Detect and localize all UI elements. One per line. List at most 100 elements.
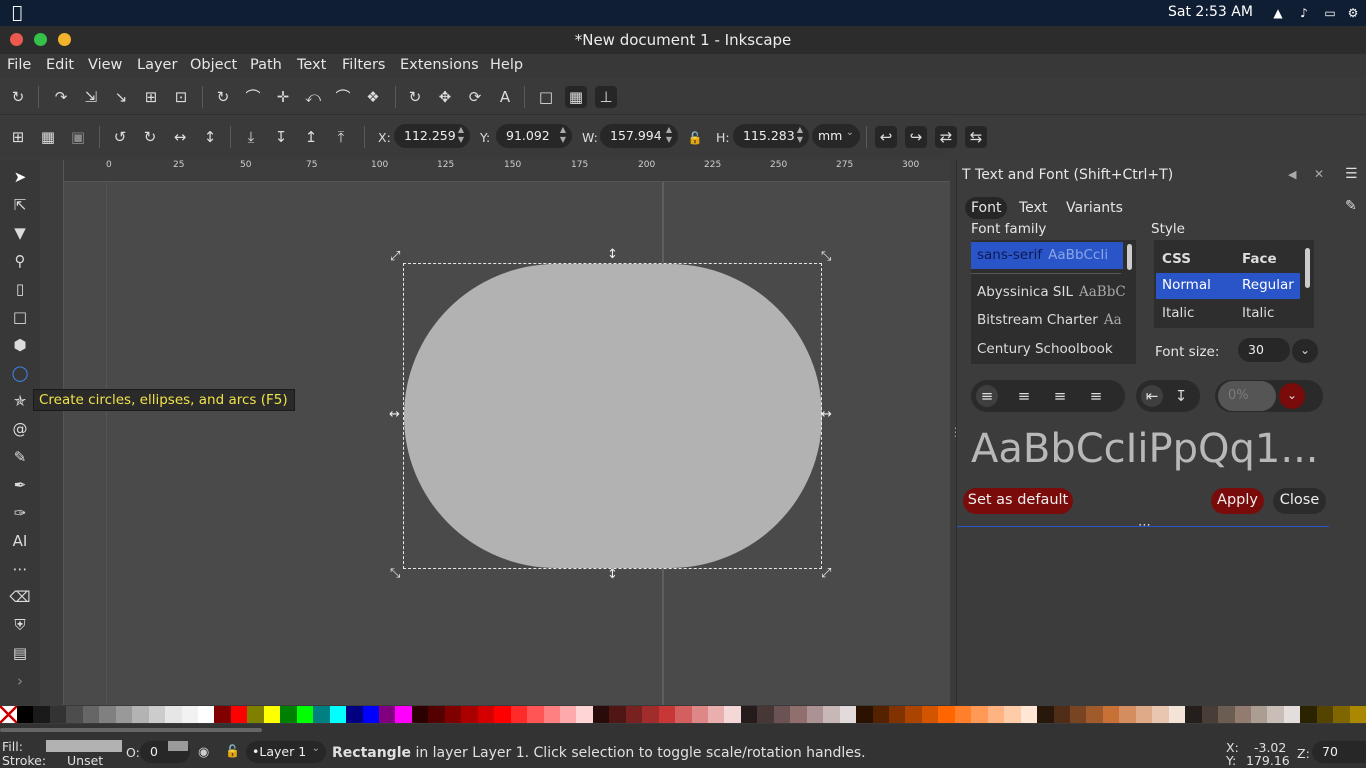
resize-handle-nw-icon[interactable]: ⤢ bbox=[390, 250, 400, 263]
color-swatch[interactable] bbox=[675, 706, 692, 723]
drawing-canvas[interactable]: ⤢ ↕ ⤡ ↔ ↔ ⤡ ↕ ⤢ bbox=[64, 182, 950, 705]
unit-select[interactable]: mm ⌄ bbox=[812, 124, 860, 148]
resize-handle-s-icon[interactable]: ↕ bbox=[607, 568, 618, 581]
color-swatch[interactable] bbox=[856, 706, 873, 723]
snap-toggle-icon[interactable]: ↻ bbox=[7, 86, 29, 108]
color-swatch[interactable] bbox=[773, 706, 791, 723]
more-options-icon[interactable]: ⋯ bbox=[1138, 518, 1151, 533]
tab-text[interactable]: Text bbox=[1013, 197, 1053, 219]
node-tool-icon[interactable]: ⇱ bbox=[8, 194, 32, 216]
vertical-text-icon[interactable]: ↧ bbox=[1170, 385, 1192, 407]
color-swatch[interactable] bbox=[1086, 706, 1103, 723]
star-tool-icon[interactable]: ✯ bbox=[8, 390, 32, 412]
x-spinbox[interactable]: 112.259 ▲ ▼ bbox=[394, 124, 470, 148]
wifi-icon[interactable]: ▲ bbox=[1270, 6, 1286, 20]
stroke-value[interactable]: Unset bbox=[67, 753, 103, 768]
settings-gear-icon[interactable]: ⚙ bbox=[1345, 6, 1361, 20]
tab-font[interactable]: Font bbox=[965, 197, 1008, 219]
snap-rotation-icon[interactable]: ⟳ bbox=[464, 86, 486, 108]
color-swatch[interactable] bbox=[346, 706, 363, 723]
snap-bbox-edge-icon[interactable]: ⇲ bbox=[80, 86, 102, 108]
color-swatch[interactable] bbox=[214, 706, 231, 723]
more-tools-chevron-icon[interactable]: › bbox=[8, 670, 32, 692]
snap-bbox-corner-icon[interactable]: ↘ bbox=[110, 86, 132, 108]
style-list[interactable]: CSS Face Normal Regular Italic Italic bbox=[1154, 240, 1314, 328]
color-swatch[interactable] bbox=[757, 706, 774, 723]
pencil-tool-icon[interactable]: ✎ bbox=[8, 446, 32, 468]
color-swatch[interactable] bbox=[642, 706, 659, 723]
resize-handle-se-icon[interactable]: ⤢ bbox=[821, 567, 831, 580]
color-swatch[interactable] bbox=[378, 706, 396, 723]
spin-arrows-icon[interactable]: ▲ ▼ bbox=[797, 125, 803, 145]
color-swatch[interactable] bbox=[230, 706, 248, 723]
raise-to-top-icon[interactable]: ⤒ bbox=[330, 126, 352, 148]
color-swatch[interactable] bbox=[313, 706, 330, 723]
palette-scrollbar[interactable] bbox=[0, 728, 262, 732]
panel-close-icon[interactable]: ✕ bbox=[1314, 167, 1324, 181]
deselect-icon[interactable]: ▣ bbox=[67, 126, 89, 148]
lock-ratio-icon[interactable]: 🔓 bbox=[684, 127, 706, 149]
color-swatch[interactable] bbox=[1070, 706, 1087, 723]
move-gradients-icon[interactable]: ⇄ bbox=[935, 126, 957, 148]
no-paint-swatch[interactable] bbox=[0, 706, 17, 723]
color-swatch[interactable] bbox=[1218, 706, 1235, 723]
color-swatch[interactable] bbox=[1119, 706, 1136, 723]
select-all-layers-icon[interactable]: ▦ bbox=[37, 126, 59, 148]
scale-corners-icon[interactable]: ↪ bbox=[905, 126, 927, 148]
measure-tool-icon[interactable]: ▯ bbox=[8, 278, 32, 300]
snap-bbox-midpoint-icon[interactable]: ⊞ bbox=[140, 86, 162, 108]
color-swatch[interactable] bbox=[49, 706, 67, 723]
color-swatch[interactable] bbox=[1168, 706, 1186, 723]
color-swatch[interactable] bbox=[82, 706, 100, 723]
font-size-dropdown-chevron-icon[interactable]: ⌄ bbox=[1292, 339, 1318, 363]
align-left-icon[interactable]: ≡ bbox=[976, 385, 998, 407]
font-item-abyssinica[interactable]: Abyssinica SIL AaBbC bbox=[971, 279, 1126, 306]
tab-variants[interactable]: Variants bbox=[1060, 197, 1129, 219]
selector-tool-icon[interactable]: ➤ bbox=[8, 166, 32, 188]
lower-icon[interactable]: ↧ bbox=[270, 126, 292, 148]
color-swatch[interactable] bbox=[395, 706, 412, 723]
color-swatch[interactable] bbox=[905, 706, 922, 723]
menu-view[interactable]: View bbox=[88, 57, 122, 73]
apply-button[interactable]: Apply bbox=[1211, 488, 1264, 514]
color-swatch[interactable] bbox=[263, 706, 281, 723]
snap-intersection-icon[interactable]: ✛ bbox=[272, 86, 294, 108]
snap-others-icon[interactable]: ↻ bbox=[404, 86, 426, 108]
color-swatch[interactable] bbox=[1020, 706, 1038, 723]
color-swatch[interactable] bbox=[872, 706, 890, 723]
flip-vertical-icon[interactable]: ↕ bbox=[199, 126, 221, 148]
resize-handle-e-icon[interactable]: ↔ bbox=[821, 408, 832, 421]
color-swatch[interactable] bbox=[839, 706, 857, 723]
color-swatch[interactable] bbox=[740, 706, 758, 723]
color-swatch[interactable] bbox=[329, 706, 347, 723]
color-swatch[interactable] bbox=[66, 706, 83, 723]
color-swatch[interactable] bbox=[527, 706, 544, 723]
w-spinbox[interactable]: 157.994 ▲ ▼ bbox=[600, 124, 678, 148]
layer-lock-icon[interactable]: 🔓 bbox=[225, 744, 240, 758]
resize-handle-w-icon[interactable]: ↔ bbox=[389, 408, 400, 421]
color-swatch[interactable] bbox=[658, 706, 676, 723]
menu-path[interactable]: Path bbox=[250, 57, 282, 73]
font-item-sans-serif[interactable]: sans-serif AaBbCcIi bbox=[971, 242, 1123, 269]
color-swatch[interactable] bbox=[592, 706, 610, 723]
color-swatch[interactable] bbox=[17, 706, 34, 723]
volume-icon[interactable]: ♪ bbox=[1296, 6, 1312, 20]
snap-grid-icon[interactable]: ▦ bbox=[565, 86, 587, 108]
scrollbar[interactable] bbox=[1305, 248, 1310, 288]
apple-icon[interactable]:  bbox=[12, 3, 22, 23]
snap-page-icon[interactable]: □ bbox=[535, 86, 557, 108]
line-spacing-input[interactable]: 0% bbox=[1218, 381, 1276, 411]
zoom-input[interactable]: 70 bbox=[1312, 741, 1366, 763]
tweak-tool-icon[interactable]: ▼ bbox=[8, 222, 32, 244]
color-swatch[interactable] bbox=[724, 706, 741, 723]
y-spinbox[interactable]: 91.092 ▲ ▼ bbox=[496, 124, 572, 148]
color-swatch[interactable] bbox=[33, 706, 50, 723]
3d-box-tool-icon[interactable]: ⬢ bbox=[8, 334, 32, 356]
ellipse-tool-icon[interactable]: ◯ bbox=[8, 362, 32, 384]
zoom-tool-icon[interactable]: ⚲ bbox=[8, 250, 32, 272]
color-swatch[interactable] bbox=[971, 706, 988, 723]
color-swatch[interactable] bbox=[708, 706, 725, 723]
color-swatch[interactable] bbox=[625, 706, 643, 723]
color-swatch[interactable] bbox=[938, 706, 955, 723]
color-swatch[interactable] bbox=[691, 706, 709, 723]
